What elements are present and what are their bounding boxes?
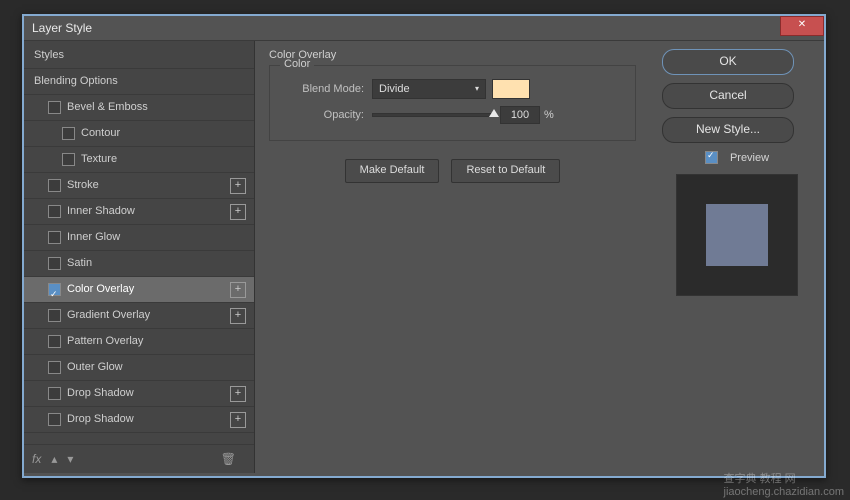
sidebar-item-contour[interactable]: Contour <box>24 121 254 147</box>
opacity-slider[interactable] <box>372 113 494 117</box>
opacity-unit: % <box>544 109 554 121</box>
styles-sidebar: Styles Blending Options Bevel & Emboss C… <box>24 41 255 473</box>
preview-swatch <box>706 204 768 266</box>
checkbox-icon[interactable] <box>48 101 61 114</box>
color-swatch[interactable] <box>492 79 530 99</box>
checkbox-icon[interactable] <box>48 283 61 296</box>
sidebar-item-stroke[interactable]: Stroke+ <box>24 173 254 199</box>
sidebar-item-gradient-overlay[interactable]: Gradient Overlay+ <box>24 303 254 329</box>
checkbox-icon[interactable] <box>48 205 61 218</box>
checkbox-icon[interactable] <box>48 231 61 244</box>
options-panel: Color Overlay Color Blend Mode: Divide ▾… <box>255 41 650 473</box>
watermark: 查字典 教程 网 jiaocheng.chazidian.com <box>724 470 844 498</box>
add-effect-icon[interactable]: + <box>230 204 246 220</box>
sidebar-item-blending-options[interactable]: Blending Options <box>24 69 254 95</box>
chevron-down-icon: ▾ <box>475 80 479 98</box>
blend-mode-value: Divide <box>379 80 410 98</box>
trash-icon[interactable]: 🗑 <box>221 452 236 466</box>
checkbox-icon[interactable] <box>48 257 61 270</box>
color-group-legend: Color <box>280 58 314 70</box>
opacity-label: Opacity: <box>284 109 372 121</box>
make-default-button[interactable]: Make Default <box>345 159 440 183</box>
checkbox-icon[interactable] <box>62 153 75 166</box>
checkbox-icon[interactable] <box>48 335 61 348</box>
sidebar-item-drop-shadow[interactable]: Drop Shadow+ <box>24 407 254 433</box>
sidebar-header-styles[interactable]: Styles <box>24 43 254 69</box>
new-style-button[interactable]: New Style... <box>662 117 794 143</box>
color-group: Color Blend Mode: Divide ▾ Opacity: 100 … <box>269 65 636 141</box>
sidebar-footer: fx ▴ ▾ 🗑 <box>24 444 254 473</box>
checkbox-icon[interactable] <box>48 387 61 400</box>
add-effect-icon[interactable]: + <box>230 308 246 324</box>
sidebar-item-color-overlay[interactable]: Color Overlay+ <box>24 277 254 303</box>
titlebar: Layer Style ✕ <box>24 16 824 40</box>
arrow-down-icon[interactable]: ▾ <box>67 452 73 466</box>
sidebar-item-outer-glow[interactable]: Outer Glow <box>24 355 254 381</box>
add-effect-icon[interactable]: + <box>230 282 246 298</box>
slider-thumb-icon[interactable] <box>489 109 499 117</box>
add-effect-icon[interactable]: + <box>230 412 246 428</box>
checkbox-icon[interactable] <box>48 413 61 426</box>
fx-icon[interactable]: fx <box>32 452 41 466</box>
layer-style-dialog: Layer Style ✕ Styles Blending Options Be… <box>22 14 826 478</box>
sidebar-item-inner-shadow[interactable]: Inner Shadow+ <box>24 199 254 225</box>
sidebar-item-satin[interactable]: Satin <box>24 251 254 277</box>
checkbox-icon[interactable] <box>62 127 75 140</box>
close-button[interactable]: ✕ <box>780 16 824 36</box>
panel-title: Color Overlay <box>269 49 636 61</box>
add-effect-icon[interactable]: + <box>230 386 246 402</box>
blend-mode-dropdown[interactable]: Divide ▾ <box>372 79 486 99</box>
blend-mode-label: Blend Mode: <box>284 83 372 95</box>
reset-default-button[interactable]: Reset to Default <box>451 159 560 183</box>
sidebar-item-bevel-emboss[interactable]: Bevel & Emboss <box>24 95 254 121</box>
checkbox-icon[interactable] <box>48 179 61 192</box>
checkbox-icon[interactable] <box>48 361 61 374</box>
arrow-up-icon[interactable]: ▴ <box>51 452 57 466</box>
preview-label: Preview <box>730 152 769 164</box>
opacity-input[interactable]: 100 <box>500 106 540 124</box>
ok-button[interactable]: OK <box>662 49 794 75</box>
preview-box <box>676 174 798 296</box>
window-title: Layer Style <box>32 21 92 35</box>
checkbox-icon[interactable] <box>48 309 61 322</box>
preview-checkbox[interactable] <box>705 151 718 164</box>
sidebar-item-pattern-overlay[interactable]: Pattern Overlay <box>24 329 254 355</box>
sidebar-item-inner-glow[interactable]: Inner Glow <box>24 225 254 251</box>
action-panel: OK Cancel New Style... Preview <box>650 41 824 473</box>
cancel-button[interactable]: Cancel <box>662 83 794 109</box>
sidebar-item-drop-shadow[interactable]: Drop Shadow+ <box>24 381 254 407</box>
sidebar-item-texture[interactable]: Texture <box>24 147 254 173</box>
add-effect-icon[interactable]: + <box>230 178 246 194</box>
